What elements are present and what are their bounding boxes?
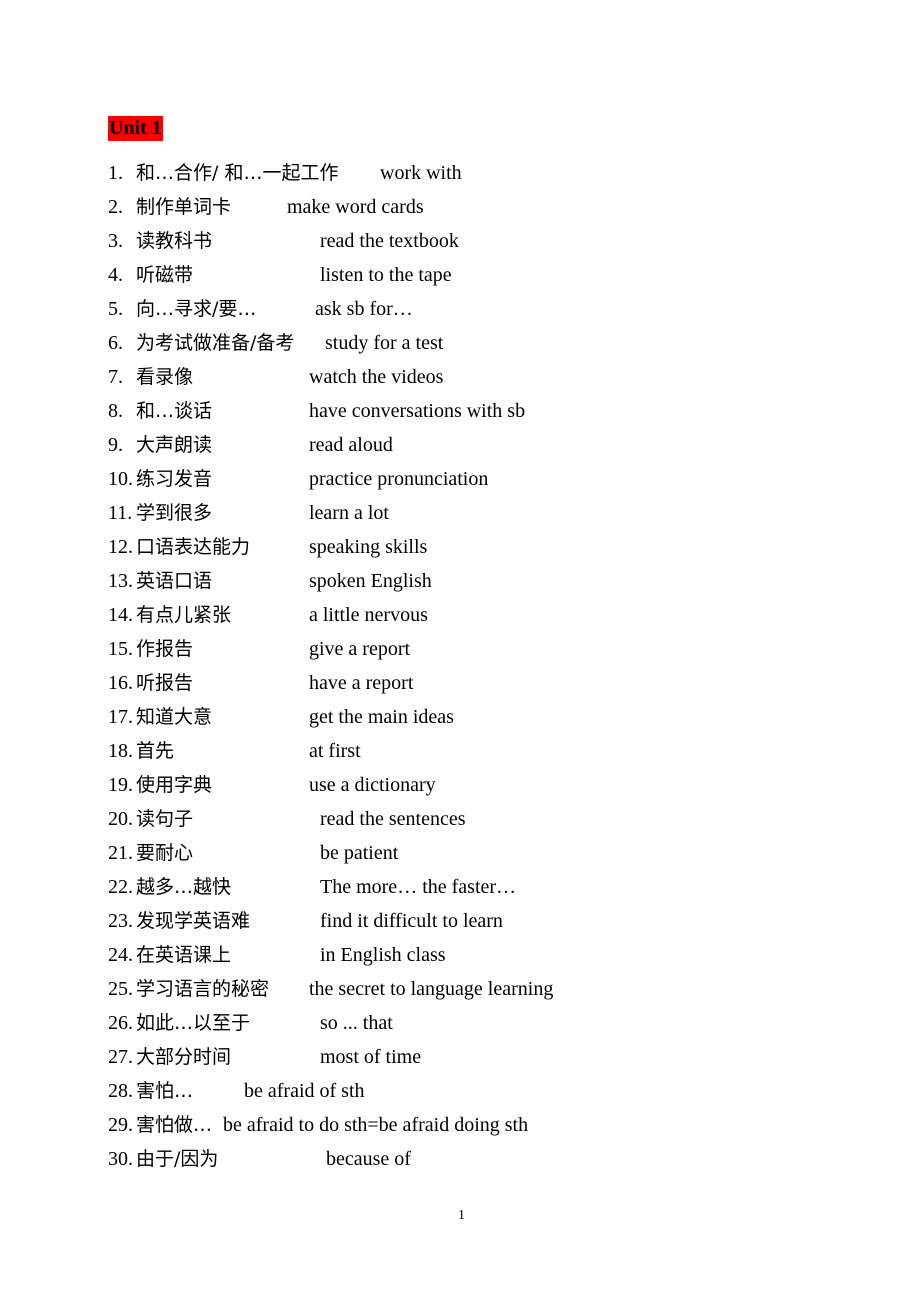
english-phrase: spoken English <box>309 570 432 592</box>
item-number: 4. <box>108 264 123 286</box>
chinese-phrase: 有点儿紧张 <box>136 604 232 626</box>
document-page: Unit 1 1. 和…合作/ 和…一起工作 work with 2. 制作单词卡 mak… <box>0 0 920 1302</box>
chinese-phrase: 口语表达能力 <box>136 536 251 558</box>
item-number: 12. <box>108 536 133 558</box>
chinese-phrase: 学到很多 <box>136 502 213 524</box>
page-number: 1 <box>458 1208 465 1223</box>
chinese-phrase: 如此…以至于 <box>136 1012 251 1034</box>
english-phrase: get the main ideas <box>309 706 454 728</box>
item-number: 26. <box>108 1012 133 1034</box>
english-phrase: study for a test <box>325 332 444 354</box>
english-phrase: have a report <box>309 672 414 694</box>
english-phrase: be patient <box>320 842 399 864</box>
chinese-phrase: 和…合作/ 和…一起工作 <box>136 162 339 184</box>
english-phrase: read the sentences <box>320 808 466 830</box>
english-phrase: watch the videos <box>309 366 444 388</box>
item-number: 16. <box>108 672 133 694</box>
chinese-phrase: 发现学英语难 <box>136 910 251 932</box>
chinese-phrase: 为考试做准备/备考 <box>136 332 295 354</box>
chinese-phrase: 要耐心 <box>136 842 194 864</box>
item-number: 1. <box>108 162 123 184</box>
item-number: 24. <box>108 944 133 966</box>
english-phrase: find it difficult to learn <box>320 910 503 932</box>
english-phrase: use a dictionary <box>309 774 436 796</box>
item-number: 17. <box>108 706 133 728</box>
item-number: 10. <box>108 468 133 490</box>
english-phrase: most of time <box>320 1046 422 1068</box>
chinese-phrase: 练习发音 <box>136 468 213 490</box>
chinese-phrase: 制作单词卡 <box>136 196 232 218</box>
chinese-phrase: 看录像 <box>136 366 194 388</box>
english-phrase: be afraid of sth <box>244 1080 365 1102</box>
english-phrase: be afraid to do sth=be afraid doing sth <box>223 1114 529 1136</box>
item-number: 6. <box>108 332 123 354</box>
english-phrase: listen to the tape <box>320 264 452 286</box>
item-number: 15. <box>108 638 133 660</box>
item-number: 7. <box>108 366 123 388</box>
chinese-phrase: 大声朗读 <box>136 434 213 456</box>
item-number: 3. <box>108 230 123 252</box>
item-number: 9. <box>108 434 123 456</box>
item-number: 11. <box>108 502 133 524</box>
english-phrase: in English class <box>320 944 446 966</box>
chinese-phrase: 害怕做… <box>136 1114 213 1136</box>
chinese-phrase: 听磁带 <box>136 264 194 286</box>
item-number: 2. <box>108 196 123 218</box>
chinese-phrase: 使用字典 <box>136 774 213 796</box>
english-phrase: because of <box>326 1148 411 1170</box>
item-number: 25. <box>108 978 133 1000</box>
unit-title: Unit 1 <box>108 116 163 141</box>
english-phrase: so ... that <box>320 1012 393 1034</box>
item-number: 19. <box>108 774 133 796</box>
chinese-phrase: 读句子 <box>136 808 194 830</box>
english-phrase: give a report <box>309 638 411 660</box>
chinese-phrase: 越多…越快 <box>136 876 232 898</box>
item-number: 23. <box>108 910 133 932</box>
english-phrase: read the textbook <box>320 230 459 252</box>
english-phrase: speaking skills <box>309 536 428 558</box>
english-phrase: ask sb for… <box>315 298 413 320</box>
english-phrase: practice pronunciation <box>309 468 489 490</box>
item-number: 30. <box>108 1148 133 1170</box>
chinese-phrase: 首先 <box>136 740 175 762</box>
chinese-phrase: 作报告 <box>136 638 194 660</box>
chinese-phrase: 害怕… <box>136 1080 194 1102</box>
item-number: 20. <box>108 808 133 830</box>
item-number: 27. <box>108 1046 133 1068</box>
chinese-phrase: 学习语言的秘密 <box>136 978 270 1000</box>
english-phrase: The more… the faster… <box>320 876 517 898</box>
item-number: 18. <box>108 740 133 762</box>
item-number: 13. <box>108 570 133 592</box>
chinese-phrase: 读教科书 <box>136 230 213 252</box>
chinese-phrase: 听报告 <box>136 672 194 694</box>
item-number: 14. <box>108 604 133 626</box>
item-number: 28. <box>108 1080 133 1102</box>
english-phrase: have conversations with sb <box>309 400 526 422</box>
chinese-phrase: 知道大意 <box>136 706 213 728</box>
item-number: 21. <box>108 842 133 864</box>
english-phrase: work with <box>380 162 462 184</box>
item-number: 8. <box>108 400 123 422</box>
english-phrase: make word cards <box>287 196 424 218</box>
item-number: 5. <box>108 298 123 320</box>
chinese-phrase: 由于/因为 <box>136 1148 219 1170</box>
english-phrase: learn a lot <box>309 502 389 524</box>
chinese-phrase: 英语口语 <box>136 570 213 592</box>
english-phrase: the secret to language learning <box>309 978 554 1000</box>
english-phrase: at first <box>309 740 361 762</box>
english-phrase: a little nervous <box>309 604 428 626</box>
english-phrase: read aloud <box>309 434 393 456</box>
chinese-phrase: 大部分时间 <box>136 1046 232 1068</box>
chinese-phrase: 向…寻求/要… <box>136 298 257 320</box>
chinese-phrase: 在英语课上 <box>136 944 232 966</box>
item-number: 29. <box>108 1114 133 1136</box>
chinese-phrase: 和…谈话 <box>136 400 213 422</box>
item-number: 22. <box>108 876 133 898</box>
